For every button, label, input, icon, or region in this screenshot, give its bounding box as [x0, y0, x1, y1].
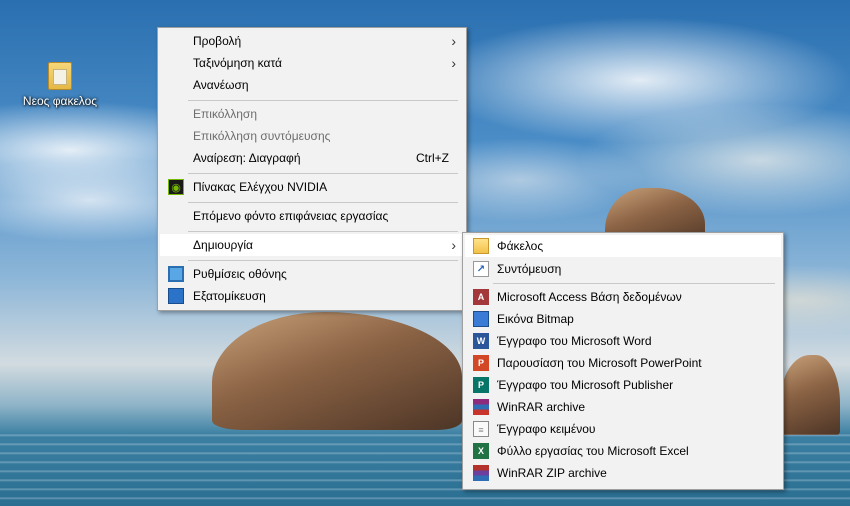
- chevron-right-icon: ›: [451, 237, 456, 253]
- menu-item-label: Ρυθμίσεις οθόνης: [193, 267, 287, 281]
- text-document-icon: ≡: [473, 421, 489, 437]
- new-submenu: Φάκελος ↗ Συντόμευση A Microsoft Access …: [462, 232, 784, 490]
- submenu-item-label: WinRAR ZIP archive: [497, 466, 607, 480]
- menu-item-next-background[interactable]: Επόμενο φόντο επιφάνειας εργασίας: [160, 205, 464, 227]
- menu-item-view[interactable]: Προβολή ›: [160, 30, 464, 52]
- submenu-item-label: Συντόμευση: [497, 262, 562, 276]
- menu-item-paste: Επικόλληση: [160, 103, 464, 125]
- wallpaper-rock: [780, 355, 840, 435]
- menu-separator: [188, 260, 458, 261]
- submenu-item-label: Έγγραφο κειμένου: [497, 422, 596, 436]
- menu-item-shortcut: Ctrl+Z: [416, 151, 449, 165]
- menu-item-personalize[interactable]: Εξατομίκευση: [160, 285, 464, 307]
- menu-item-label: Πίνακας Ελέγχου NVIDIA: [193, 180, 328, 194]
- submenu-item-label: Έγγραφο του Microsoft Word: [497, 334, 652, 348]
- desktop-context-menu: Προβολή › Ταξινόμηση κατά › Ανανέωση Επι…: [157, 27, 467, 311]
- excel-icon: X: [473, 443, 489, 459]
- publisher-icon: P: [473, 377, 489, 393]
- menu-item-refresh[interactable]: Ανανέωση: [160, 74, 464, 96]
- menu-item-label: Δημιουργία: [193, 238, 253, 252]
- desktop-folder[interactable]: Νεος φακελος: [14, 62, 106, 108]
- submenu-item-label: Microsoft Access Βάση δεδομένων: [497, 290, 682, 304]
- submenu-item-winrar-zip-archive[interactable]: WinRAR ZIP archive: [465, 462, 781, 484]
- chevron-right-icon: ›: [451, 33, 456, 49]
- submenu-item-publisher-document[interactable]: P Έγγραφο του Microsoft Publisher: [465, 374, 781, 396]
- menu-item-paste-shortcut: Επικόλληση συντόμευσης: [160, 125, 464, 147]
- bitmap-icon: [473, 311, 489, 327]
- menu-separator: [188, 173, 458, 174]
- desktop-folder-label: Νεος φακελος: [22, 94, 98, 108]
- word-icon: W: [473, 333, 489, 349]
- menu-item-label: Αναίρεση: Διαγραφή: [193, 151, 301, 165]
- menu-item-label: Επικόλληση συντόμευσης: [193, 129, 331, 143]
- access-icon: A: [473, 289, 489, 305]
- submenu-item-excel-worksheet[interactable]: X Φύλλο εργασίας του Microsoft Excel: [465, 440, 781, 462]
- menu-item-undo-delete[interactable]: Αναίρεση: Διαγραφή Ctrl+Z: [160, 147, 464, 169]
- submenu-item-powerpoint-presentation[interactable]: P Παρουσίαση του Microsoft PowerPoint: [465, 352, 781, 374]
- winrar-icon: [473, 399, 489, 415]
- winrar-zip-icon: [473, 465, 489, 481]
- submenu-item-folder[interactable]: Φάκελος: [465, 235, 781, 257]
- menu-item-display-settings[interactable]: Ρυθμίσεις οθόνης: [160, 263, 464, 285]
- shortcut-icon: ↗: [473, 261, 489, 277]
- menu-separator: [188, 100, 458, 101]
- submenu-item-label: Εικόνα Bitmap: [497, 312, 574, 326]
- menu-separator: [493, 283, 775, 284]
- menu-item-label: Επικόλληση: [193, 107, 258, 121]
- submenu-item-word-document[interactable]: W Έγγραφο του Microsoft Word: [465, 330, 781, 352]
- folder-icon: [473, 238, 489, 254]
- submenu-item-label: WinRAR archive: [497, 400, 586, 414]
- menu-separator: [188, 202, 458, 203]
- display-settings-icon: [168, 266, 184, 282]
- menu-item-label: Επόμενο φόντο επιφάνειας εργασίας: [193, 209, 389, 223]
- menu-separator: [188, 231, 458, 232]
- submenu-item-text-document[interactable]: ≡ Έγγραφο κειμένου: [465, 418, 781, 440]
- chevron-right-icon: ›: [451, 55, 456, 71]
- menu-item-label: Ταξινόμηση κατά: [193, 56, 282, 70]
- submenu-item-label: Έγγραφο του Microsoft Publisher: [497, 378, 674, 392]
- menu-item-new[interactable]: Δημιουργία ›: [160, 234, 464, 256]
- nvidia-icon: ◉: [168, 179, 184, 195]
- menu-item-sort-by[interactable]: Ταξινόμηση κατά ›: [160, 52, 464, 74]
- personalize-icon: [168, 288, 184, 304]
- submenu-item-winrar-archive[interactable]: WinRAR archive: [465, 396, 781, 418]
- submenu-item-shortcut[interactable]: ↗ Συντόμευση: [465, 258, 781, 280]
- folder-icon: [48, 62, 72, 90]
- menu-item-label: Εξατομίκευση: [193, 289, 266, 303]
- submenu-item-label: Φάκελος: [497, 239, 544, 253]
- menu-item-label: Προβολή: [193, 34, 242, 48]
- submenu-item-access-database[interactable]: A Microsoft Access Βάση δεδομένων: [465, 286, 781, 308]
- submenu-item-label: Φύλλο εργασίας του Microsoft Excel: [497, 444, 689, 458]
- submenu-item-label: Παρουσίαση του Microsoft PowerPoint: [497, 356, 702, 370]
- powerpoint-icon: P: [473, 355, 489, 371]
- submenu-item-bitmap-image[interactable]: Εικόνα Bitmap: [465, 308, 781, 330]
- menu-item-label: Ανανέωση: [193, 78, 249, 92]
- menu-item-nvidia-control-panel[interactable]: ◉ Πίνακας Ελέγχου NVIDIA: [160, 176, 464, 198]
